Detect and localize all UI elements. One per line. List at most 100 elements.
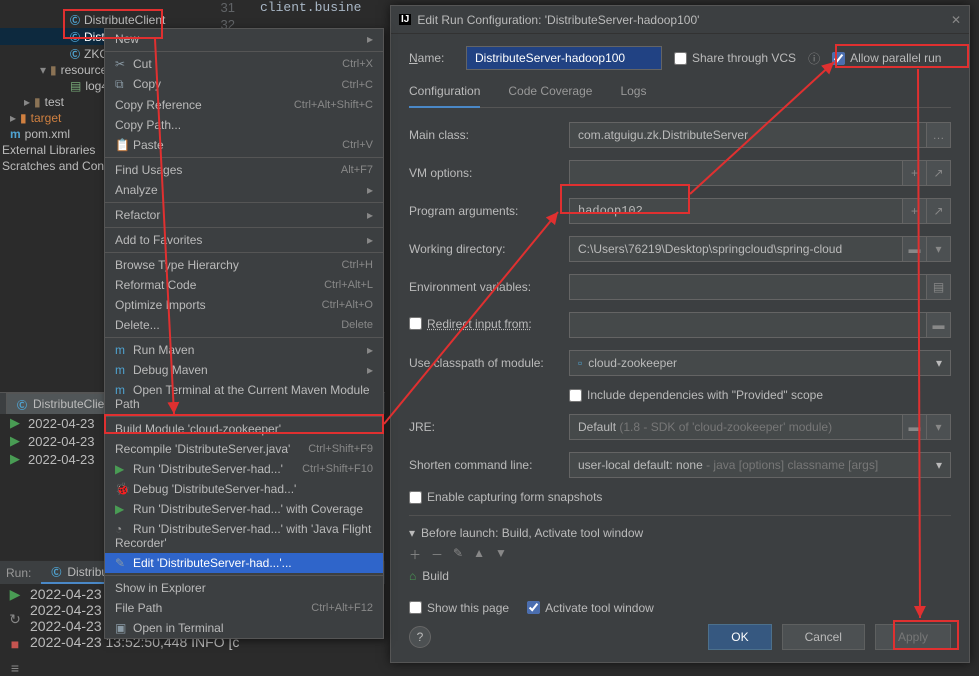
shorten-select[interactable]: user-local default: none - java [options… [569, 452, 951, 478]
folder-icon: ▮ [34, 95, 41, 109]
redirect-input[interactable] [569, 312, 927, 338]
config-tabs: Configuration Code Coverage Logs [409, 80, 951, 108]
chevron-right-icon: ▸ [367, 183, 373, 197]
chevron-down-icon: ▾ [936, 458, 942, 472]
ctx-delete[interactable]: Delete...Delete [105, 315, 383, 335]
tree-item-distribute-client[interactable]: ⒸDistributeClient [0, 11, 200, 28]
dropdown-button[interactable]: ▾ [927, 414, 951, 440]
folder-button[interactable]: ▬ [927, 312, 951, 338]
list-item[interactable]: 2022-04-23 [28, 452, 95, 467]
tree-label: target [31, 111, 62, 125]
ctx-add-fav[interactable]: Add to Favorites▸ [105, 230, 383, 250]
ctx-run-coverage[interactable]: ▶Run 'DistributeServer-had...' with Cove… [105, 499, 383, 519]
browse-button[interactable]: … [927, 122, 951, 148]
tab-coverage[interactable]: Code Coverage [508, 80, 592, 107]
enable-capturing-checkbox[interactable]: Enable capturing form snapshots [409, 490, 602, 504]
ctx-edit-run-config[interactable]: ✎Edit 'DistributeServer-had...'... [105, 553, 383, 573]
list-item[interactable]: 2022-04-23 [28, 416, 95, 431]
dropdown-button[interactable]: ▾ [927, 236, 951, 262]
dialog-titlebar: IJ Edit Run Configuration: 'DistributeSe… [391, 6, 969, 34]
main-class-input[interactable]: com.atguigu.zk.DistributeServer [569, 122, 927, 148]
chevron-right-icon: ▸ [367, 343, 373, 357]
program-args-input[interactable]: hadoop102 [569, 198, 903, 224]
list-item[interactable]: 2022-04-23 [28, 434, 95, 449]
vm-options-input[interactable] [569, 160, 903, 186]
before-launch-header[interactable]: ▾Before launch: Build, Activate tool win… [409, 526, 951, 540]
ctx-show-explorer[interactable]: Show in Explorer [105, 578, 383, 598]
expand-button[interactable]: ↗ [927, 160, 951, 186]
ctx-debug-maven[interactable]: mDebug Maven▸ [105, 360, 383, 380]
shorten-label: Shorten command line: [409, 458, 569, 472]
copy-icon: ⧉ [115, 77, 129, 92]
add-button[interactable]: + [903, 160, 927, 186]
classpath-select[interactable]: ▫cloud-zookeeper▾ [569, 350, 951, 376]
file-icon: ▤ [70, 79, 81, 93]
ctx-open-terminal[interactable]: ▣Open in Terminal [105, 618, 383, 638]
ctx-find-usages[interactable]: Find UsagesAlt+F7 [105, 160, 383, 180]
maven-icon: m [115, 343, 129, 357]
name-input[interactable]: DistributeServer-hadoop100 [466, 46, 662, 70]
expand-button[interactable]: ↗ [927, 198, 951, 224]
main-class-label: Main class: [409, 128, 569, 142]
help-button[interactable]: ? [409, 626, 431, 648]
ctx-analyze[interactable]: Analyze▸ [105, 180, 383, 200]
cancel-button[interactable]: Cancel [782, 624, 865, 650]
jre-select[interactable]: Default (1.8 - SDK of 'cloud-zookeeper' … [569, 414, 903, 440]
build-task-item[interactable]: ⌂Build [409, 569, 951, 593]
rerun-icon[interactable]: ↻ [4, 611, 26, 628]
chevron-down-icon: ▾ [936, 356, 942, 370]
coverage-icon: ▶ [115, 502, 129, 516]
activate-tool-checkbox[interactable]: Activate tool window [527, 601, 654, 615]
ctx-run[interactable]: ▶Run 'DistributeServer-had...'Ctrl+Shift… [105, 459, 383, 479]
ctx-copy-path[interactable]: Copy Path... [105, 115, 383, 135]
env-vars-input[interactable] [569, 274, 927, 300]
class-icon: Ⓒ [17, 397, 27, 412]
show-page-checkbox[interactable]: Show this page [409, 601, 509, 615]
apply-button[interactable]: Apply [875, 624, 951, 650]
run-label: Run: [6, 566, 31, 580]
ok-button[interactable]: OK [708, 624, 771, 650]
add-button[interactable]: + [903, 198, 927, 224]
share-vcs-checkbox[interactable]: Share through VCS [674, 51, 796, 65]
allow-parallel-checkbox[interactable]: Allow parallel run [832, 51, 941, 65]
tab-logs[interactable]: Logs [620, 80, 646, 107]
up-button[interactable]: ▲ [473, 546, 485, 563]
redirect-checkbox[interactable]: Redirect input from: [409, 317, 532, 331]
ctx-copy-ref[interactable]: Copy ReferenceCtrl+Alt+Shift+C [105, 95, 383, 115]
class-icon: Ⓒ [70, 29, 80, 44]
layout-icon[interactable]: ≡ [4, 660, 26, 676]
chevron-down-icon: ▾ [40, 63, 46, 77]
tab-configuration[interactable]: Configuration [409, 80, 480, 108]
ctx-refactor[interactable]: Refactor▸ [105, 205, 383, 225]
ctx-new[interactable]: New▸ [105, 29, 383, 49]
down-button[interactable]: ▼ [495, 546, 507, 563]
ctx-run-maven[interactable]: mRun Maven▸ [105, 340, 383, 360]
class-icon: Ⓒ [70, 12, 80, 27]
add-button[interactable]: ＋ [409, 546, 421, 563]
working-dir-input[interactable]: C:\Users\76219\Desktop\springcloud\sprin… [569, 236, 903, 262]
help-icon[interactable]: ⓘ [808, 50, 820, 67]
ctx-copy[interactable]: ⧉CopyCtrl+C [105, 74, 383, 95]
chevron-right-icon: ▸ [24, 95, 30, 109]
allow-parallel-label: Allow parallel run [850, 51, 941, 65]
ctx-optimize[interactable]: Optimize ImportsCtrl+Alt+O [105, 295, 383, 315]
stop-icon[interactable]: ■ [4, 636, 26, 652]
ctx-open-term-maven[interactable]: mOpen Terminal at the Current Maven Modu… [105, 380, 383, 414]
edit-button[interactable]: ✎ [453, 546, 463, 563]
ctx-build-module[interactable]: Build Module 'cloud-zookeeper' [105, 419, 383, 439]
ctx-run-jfr[interactable]: ◔Run 'DistributeServer-had...' with 'Jav… [105, 519, 383, 553]
ctx-file-path[interactable]: File PathCtrl+Alt+F12 [105, 598, 383, 618]
include-deps-checkbox[interactable]: Include dependencies with "Provided" sco… [569, 388, 823, 402]
ctx-reformat[interactable]: Reformat CodeCtrl+Alt+L [105, 275, 383, 295]
ctx-cut[interactable]: ✂CutCtrl+X [105, 54, 383, 74]
run-icon[interactable]: ▶ [4, 586, 26, 603]
folder-button[interactable]: ▬ [903, 236, 927, 262]
ctx-debug[interactable]: 🐞Debug 'DistributeServer-had...' [105, 479, 383, 499]
remove-button[interactable]: － [431, 546, 443, 563]
close-icon[interactable]: ✕ [951, 13, 961, 27]
ctx-recompile[interactable]: Recompile 'DistributeServer.java'Ctrl+Sh… [105, 439, 383, 459]
ctx-paste[interactable]: 📋PasteCtrl+V [105, 135, 383, 155]
list-button[interactable]: ▤ [927, 274, 951, 300]
folder-button[interactable]: ▬ [903, 414, 927, 440]
ctx-browse-hier[interactable]: Browse Type HierarchyCtrl+H [105, 255, 383, 275]
